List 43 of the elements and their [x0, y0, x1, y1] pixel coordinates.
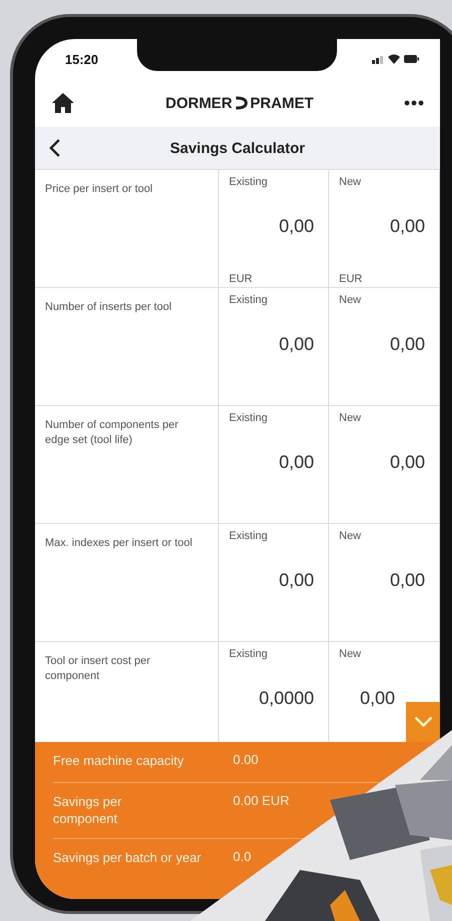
column-caption: New: [339, 530, 362, 542]
page-title: Savings Calculator: [170, 140, 306, 156]
column-caption: Existing: [229, 530, 269, 542]
field-label: Max. indexes per insert or tool: [45, 536, 194, 551]
field-label: Number of components per edge set (tool life): [45, 418, 180, 448]
number-input[interactable]: 0,00: [278, 570, 318, 591]
home-icon[interactable]: [51, 92, 75, 114]
column-caption: Existing: [229, 412, 269, 424]
more-icon[interactable]: [404, 100, 424, 106]
field-label: Price per insert or tool: [45, 182, 154, 197]
result-label: Free machine capacity: [53, 752, 185, 770]
unit-label: EUR: [339, 273, 362, 285]
number-input[interactable]: 0,00: [390, 570, 429, 591]
status-icons: [372, 53, 420, 65]
column-caption: New: [339, 412, 362, 424]
unit-label: EUR: [229, 273, 252, 285]
result-label: Savings per component: [53, 792, 123, 828]
number-input[interactable]: 0,0000: [258, 688, 318, 709]
logo-mark-icon: [234, 95, 248, 111]
brand-logo-text: DORMER: [165, 94, 232, 112]
number-input[interactable]: 0,00: [278, 452, 318, 473]
back-icon[interactable]: [49, 138, 61, 158]
column-caption: New: [339, 176, 362, 188]
status-time: 15:20: [65, 52, 98, 66]
column-caption: Existing: [229, 176, 269, 188]
result-label: Savings per batch or year: [53, 849, 202, 867]
column-caption: New: [339, 294, 362, 306]
number-input[interactable]: 0,00: [360, 688, 429, 709]
chevron-down-icon: [414, 716, 432, 728]
number-input[interactable]: 0,00: [278, 334, 318, 355]
field-label: Tool or insert cost per component: [45, 654, 152, 684]
brand-logo-text: PRAMET: [250, 94, 314, 112]
number-input[interactable]: 0,00: [278, 216, 318, 237]
number-input[interactable]: 0,00: [390, 452, 429, 473]
number-input[interactable]: 0,00: [390, 334, 429, 355]
column-caption: Existing: [229, 648, 269, 660]
number-input[interactable]: 0,00: [390, 216, 429, 237]
column-caption: New: [339, 648, 362, 660]
result-value: 0.00: [233, 752, 260, 769]
result-value: 0.0: [233, 849, 252, 866]
result-value: 0.00 EUR: [233, 792, 290, 810]
column-caption: Existing: [229, 294, 269, 306]
field-label: Number of inserts per tool: [45, 300, 173, 315]
